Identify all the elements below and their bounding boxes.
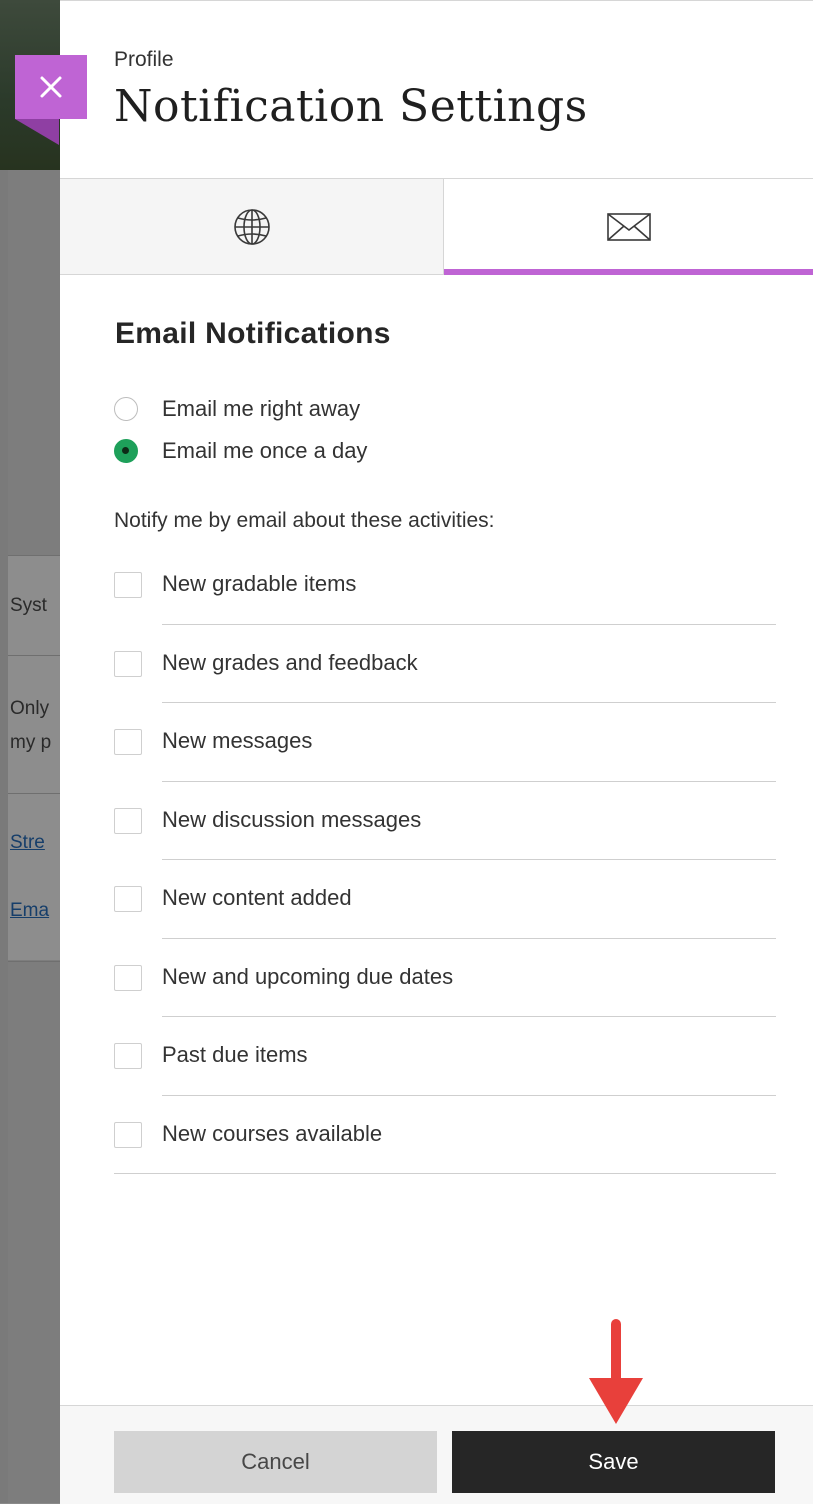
panel-footer: Cancel Save: [60, 1405, 813, 1504]
checkbox[interactable]: [114, 886, 142, 912]
background-row-text: my p: [10, 732, 52, 753]
save-button[interactable]: Save: [452, 1431, 775, 1493]
background-row-text: Only: [10, 698, 50, 719]
checkbox-label: New discussion messages: [162, 806, 422, 832]
radio-button-selected[interactable]: [114, 439, 138, 463]
checkbox[interactable]: [114, 1043, 142, 1069]
background-row: [8, 793, 60, 962]
breadcrumb[interactable]: Profile: [114, 48, 174, 72]
background-page: Syst Only my p Stre Ema: [0, 0, 60, 1503]
radio-label: Email me right away: [162, 396, 361, 421]
close-panel-button[interactable]: [15, 55, 87, 145]
notification-tabs: [60, 178, 813, 275]
checkbox[interactable]: [114, 729, 142, 755]
background-divider: [8, 961, 60, 963]
checkbox-label: New grades and feedback: [162, 649, 418, 675]
close-icon: [40, 76, 62, 98]
activity-past-due-items[interactable]: Past due items: [114, 1017, 776, 1096]
background-link[interactable]: Stre: [10, 832, 60, 854]
radio-email-right-away[interactable]: Email me right away: [114, 394, 360, 424]
checkbox-label: New messages: [162, 728, 313, 753]
page-title: Notification Settings: [114, 81, 588, 132]
activity-new-grades-feedback[interactable]: New grades and feedback: [114, 625, 776, 703]
tab-email-notifications[interactable]: [444, 179, 813, 275]
checkbox[interactable]: [114, 572, 142, 598]
cancel-button[interactable]: Cancel: [114, 1431, 437, 1493]
checkbox-label: New courses available: [162, 1120, 383, 1146]
checkbox[interactable]: [114, 650, 142, 677]
checkbox[interactable]: [114, 1121, 142, 1148]
background-row-text: Syst: [10, 595, 47, 616]
checkbox-label: New and upcoming due dates: [162, 963, 454, 989]
checkbox-label: Past due items: [162, 1042, 308, 1067]
checkbox[interactable]: [114, 964, 142, 991]
radio-button[interactable]: [114, 397, 138, 421]
notification-settings-panel: Profile Notification Settings Email Noti…: [60, 0, 813, 1504]
activity-checkbox-list: New gradable items New grades and feedba…: [114, 546, 776, 1174]
panel-header: Profile Notification Settings: [60, 1, 813, 178]
tab-global-notifications[interactable]: [60, 179, 444, 274]
activity-new-gradable-items[interactable]: New gradable items: [114, 546, 776, 625]
activities-prompt: Notify me by email about these activitie…: [114, 509, 495, 532]
checkbox-label: New content added: [162, 885, 352, 910]
globe-icon: [233, 208, 270, 245]
activity-due-dates[interactable]: New and upcoming due dates: [114, 939, 776, 1017]
close-button-fold: [15, 119, 59, 145]
activity-new-content-added[interactable]: New content added: [114, 860, 776, 939]
divider: [114, 1173, 776, 1174]
activity-new-courses[interactable]: New courses available: [114, 1096, 776, 1174]
annotation-arrow-icon: [589, 1319, 643, 1424]
envelope-icon: [606, 212, 651, 241]
radio-label: Email me once a day: [162, 438, 368, 463]
section-title: Email Notifications: [115, 317, 391, 350]
activity-new-discussion-messages[interactable]: New discussion messages: [114, 782, 776, 860]
activity-new-messages[interactable]: New messages: [114, 703, 776, 782]
background-row: Syst: [8, 555, 60, 656]
radio-email-once-a-day[interactable]: Email me once a day: [114, 436, 367, 466]
active-tab-indicator: [444, 269, 813, 275]
background-link[interactable]: Ema: [10, 900, 60, 922]
checkbox-label: New gradable items: [162, 571, 357, 596]
checkbox[interactable]: [114, 807, 142, 834]
